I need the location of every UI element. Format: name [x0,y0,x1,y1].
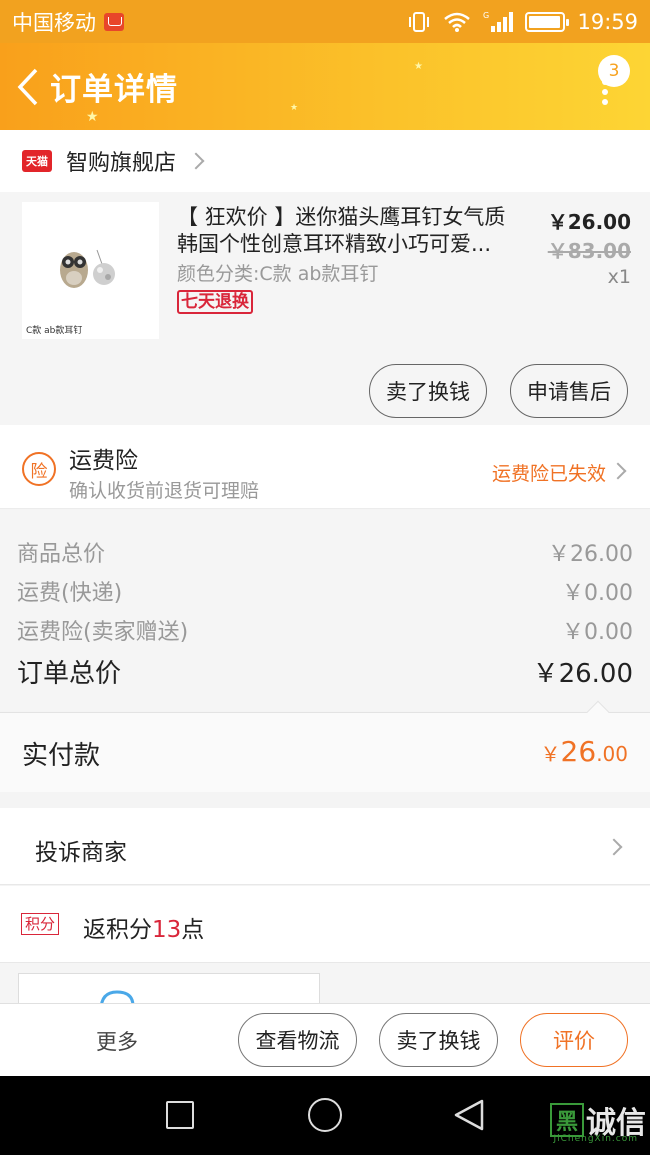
product-original-price: ￥83.00 [547,239,631,263]
more-link[interactable]: 更多 [96,1026,138,1056]
summary-label: 运费险(卖家赠送) [17,620,189,645]
after-sale-button[interactable]: 申请售后 [510,364,628,418]
title-bar: 订单详情 ★ ★ ★ 3 [0,43,650,130]
summary-row: 运费险(卖家赠送) ￥0.00 [17,614,633,646]
summary-label: 商品总价 [17,542,106,567]
more-menu-button[interactable]: 3 [588,55,630,113]
battery-icon [525,11,570,32]
complain-seller-row[interactable]: 投诉商家 [0,808,650,885]
product-image-caption: C款 ab款耳钉 [26,326,83,336]
points-value: 13 [152,917,182,943]
order-total-row: 订单总价 ￥26.00 [17,653,633,690]
chevron-right-icon [609,462,627,480]
tmall-icon: 天猫 [22,150,52,172]
product-spec: 颜色分类:C款 ab款耳钉 [177,263,379,285]
status-bar: 中国移动 G 19:59 [0,0,650,43]
product-image[interactable]: C款 ab款耳钉 [22,202,159,339]
seven-day-return-tag: 七天退换 [177,290,253,314]
order-total-label: 订单总价 [17,659,122,689]
more-vertical-icon [602,79,608,105]
summary-label: 运费(快递) [17,581,123,606]
points-text: 返积分13点 [83,910,204,944]
resell-button[interactable]: 卖了换钱 [369,364,487,418]
resell-button[interactable]: 卖了换钱 [379,1013,498,1067]
watermark-url: JiChengXin.com [553,1134,638,1144]
product-title[interactable]: 【 狂欢价 】迷你猫头鹰耳钉女气质韩国个性创意耳环精致小巧可爱... [177,204,517,258]
currency-symbol: ￥ [540,742,561,766]
summary-value: ￥26.00 [548,542,633,567]
actual-payment-label: 实付款 [22,741,101,771]
product-card[interactable]: C款 ab款耳钉 【 狂欢价 】迷你猫头鹰耳钉女气质韩国个性创意耳环精致小巧可爱… [0,192,650,425]
product-price: ￥26.00 [547,210,631,234]
points-badge: 积分 [21,913,60,935]
amount-integer: 26 [560,735,597,768]
actual-payment-amount: ￥26.00 [541,735,628,768]
shop-row[interactable]: 天猫 智购旗舰店 [0,130,650,192]
mail-notification-icon [104,12,124,31]
carrier-name: 中国移动 [12,10,96,35]
complain-seller-label: 投诉商家 [35,840,127,866]
insurance-icon: 险 [22,452,56,486]
contact-area: 联系卖家 [0,963,650,1029]
summary-value: ￥0.00 [562,581,633,606]
wifi-icon [444,12,471,32]
clock: 19:59 [577,9,638,34]
insurance-title: 运费险 [69,448,138,474]
points-prefix: 返积分 [83,917,152,943]
sparkle-decoration: ★ [290,103,299,113]
points-row: 积分 返积分13点 [0,886,650,963]
owl-earring-image [60,249,115,288]
price-summary: 商品总价 ￥26.00 运费(快递) ￥0.00 运费险(卖家赠送) ￥0.00… [0,510,650,711]
signal-icon: G [483,11,514,32]
summary-row: 运费(快递) ￥0.00 [17,575,633,607]
order-total-value: ￥26.00 [532,659,633,689]
chevron-right-icon [187,152,205,170]
amount-decimal: .00 [596,742,628,766]
svg-text:G: G [483,11,489,20]
home-button[interactable] [308,1098,342,1132]
watermark-mark: 黑 [550,1103,584,1137]
shop-name: 智购旗舰店 [66,151,177,176]
insurance-subtitle: 确认收货前退货可理赔 [69,480,260,502]
vibrate-icon [409,11,430,32]
chevron-left-icon [17,68,38,105]
sparkle-decoration: ★ [414,61,423,72]
review-button[interactable]: 评价 [520,1013,628,1067]
insurance-status: 运费险已失效 [491,463,606,485]
summary-value: ￥0.00 [562,620,633,645]
actual-payment-row: 实付款 ￥26.00 [0,700,650,792]
chevron-right-icon [605,838,623,856]
recent-apps-button[interactable] [166,1101,194,1129]
bottom-action-bar: 更多 查看物流 卖了换钱 评价 [0,1003,650,1076]
shipping-insurance-row[interactable]: 险 运费险 确认收货前退货可理赔 运费险已失效 [0,425,650,509]
product-quantity: x1 [607,266,631,288]
back-triangle-icon[interactable] [452,1098,486,1132]
back-button[interactable] [6,43,50,130]
summary-row: 商品总价 ￥26.00 [17,536,633,568]
page-title: 订单详情 [50,72,178,108]
system-nav-bar: 黑 诚信 JiChengXin.com [0,1076,650,1155]
view-logistics-button[interactable]: 查看物流 [238,1013,357,1067]
order-detail-screen: 中国移动 G 19:59 订单详情 ★ ★ ★ 3 天猫 智购旗舰店 C款 ab… [0,0,650,1155]
sparkle-decoration: ★ [86,109,99,125]
points-suffix: 点 [181,917,205,943]
